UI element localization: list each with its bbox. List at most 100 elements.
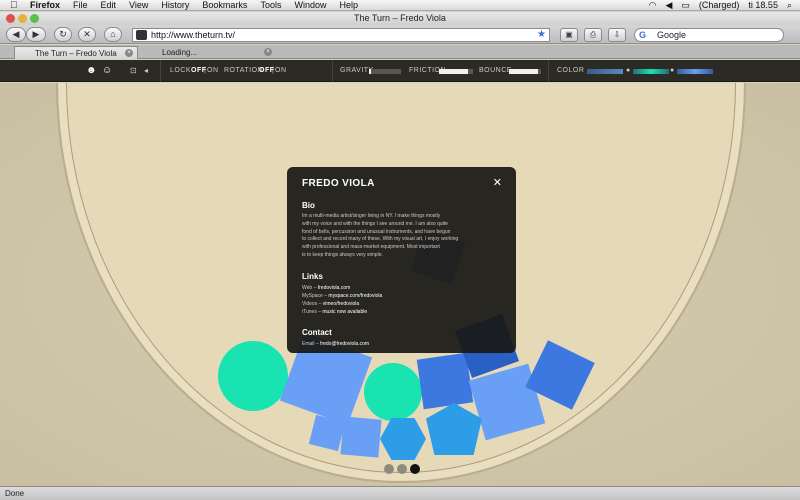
- fullscreen-icon[interactable]: ⊡: [130, 60, 137, 82]
- color-slider-2[interactable]: [633, 69, 669, 74]
- tab-label: Loading...: [162, 48, 198, 57]
- link-value[interactable]: vimeo/fredoviola: [323, 301, 359, 307]
- url-bar[interactable]: http://www.theturn.tv/ ★: [132, 28, 550, 42]
- lock-on-toggle[interactable]: ON: [207, 60, 219, 82]
- page-dot-3[interactable]: [410, 464, 420, 474]
- search-input[interactable]: Google: [657, 30, 686, 40]
- close-window-icon[interactable]: [6, 14, 15, 23]
- link-value[interactable]: myspace.com/fredoviola: [328, 293, 382, 299]
- color-panel: COLOR ● ●: [548, 60, 720, 82]
- menu-tools[interactable]: Tools: [260, 0, 281, 11]
- contact-info: Email – fredo@fredoviola.com: [302, 340, 501, 348]
- status-text: Done: [5, 489, 25, 498]
- modal-title: FREDO VIOLA: [302, 178, 375, 189]
- bio-line: is to keep things always very simple.: [302, 251, 383, 258]
- window-title-bar: The Turn – Fredo Viola: [0, 12, 800, 25]
- color-slider-1[interactable]: [587, 69, 623, 74]
- wifi-icon[interactable]: ◠: [649, 0, 657, 11]
- tab-bar: The Turn – Fredo Viola × Loading... ×: [0, 45, 800, 59]
- link-myspace[interactable]: MySpace – myspace.com/fredoviola: [302, 292, 501, 300]
- download-icon[interactable]: ⇩: [608, 28, 626, 42]
- spotlight-icon[interactable]: ⌕: [787, 0, 792, 11]
- link-videos[interactable]: Videos – vimeo/fredoviola: [302, 300, 501, 308]
- page-dot-1[interactable]: [384, 464, 394, 474]
- traffic-lights[interactable]: [6, 14, 39, 23]
- google-icon[interactable]: G: [639, 29, 646, 41]
- bio-line: fond of bells, percussion and unusual in…: [302, 228, 451, 235]
- menu-bookmarks[interactable]: Bookmarks: [202, 0, 247, 11]
- artist-info-modal: FREDO VIOLA ✕ Bio Im a multi-media artis…: [287, 167, 516, 353]
- zoom-window-icon[interactable]: [30, 14, 39, 23]
- link-value[interactable]: fredoviola.com: [318, 285, 351, 291]
- bio-line: with my voice and with the things I see …: [302, 220, 448, 227]
- back-button[interactable]: ◀: [6, 27, 26, 42]
- lock-label: LOCK: [170, 67, 192, 74]
- color-label: COLOR: [557, 67, 585, 74]
- bio-text: Im a multi-media artist/singer living in…: [302, 213, 501, 260]
- friction-slider[interactable]: [439, 69, 473, 74]
- bio-heading: Bio: [302, 201, 315, 210]
- close-tab-icon[interactable]: ×: [264, 48, 272, 56]
- minimize-window-icon[interactable]: [18, 14, 27, 23]
- reload-button[interactable]: ↻: [54, 27, 72, 42]
- close-tab-icon[interactable]: ×: [125, 49, 133, 57]
- bounce-slider[interactable]: [509, 69, 541, 74]
- link-label: Web –: [302, 284, 318, 291]
- feed-icon[interactable]: ▣: [560, 28, 578, 42]
- link-value[interactable]: music now available: [322, 309, 367, 315]
- tab-loading[interactable]: Loading... ×: [142, 46, 276, 59]
- rotation-separator: |: [272, 67, 275, 74]
- link-web[interactable]: Web – fredoviola.com: [302, 284, 501, 292]
- contact-email[interactable]: Email – fredo@fredoviola.com: [302, 340, 501, 348]
- home-button[interactable]: ⌂: [104, 27, 122, 42]
- menu-history[interactable]: History: [161, 0, 189, 11]
- contact-value[interactable]: fredo@fredoviola.com: [320, 341, 369, 347]
- mascot-icon[interactable]: ☻: [86, 60, 97, 82]
- page-dot-2[interactable]: [397, 464, 407, 474]
- search-bar[interactable]: G Google: [634, 28, 784, 42]
- color-slider-3[interactable]: [677, 69, 713, 74]
- sound-icon[interactable]: ◂: [144, 60, 149, 82]
- bio-line: to collect and record many of these. Wit…: [302, 236, 459, 243]
- tab-label: The Turn – Fredo Viola: [35, 49, 117, 58]
- bookmark-star-icon[interactable]: ★: [537, 29, 546, 41]
- menu-file[interactable]: File: [73, 0, 88, 11]
- url-text[interactable]: http://www.theturn.tv/: [151, 30, 235, 40]
- close-icon[interactable]: ✕: [493, 176, 502, 189]
- apple-icon[interactable]: : [10, 0, 18, 11]
- bounce-label: BOUNCE: [479, 67, 512, 74]
- link-itunes[interactable]: iTunes – music now available: [302, 308, 501, 316]
- stop-button[interactable]: ✕: [78, 27, 96, 42]
- rotation-on-toggle[interactable]: ON: [275, 60, 287, 82]
- menu-list: Firefox File Edit View History Bookmarks…: [30, 0, 358, 11]
- forward-button[interactable]: ▶: [26, 27, 46, 42]
- menu-window[interactable]: Window: [294, 0, 326, 11]
- blue-square-7[interactable]: [340, 416, 382, 458]
- lock-rotation-panel: LOCK OFF | ON ROTATION OFF | ON: [160, 60, 332, 82]
- color-slider-2-knob[interactable]: ●: [626, 60, 631, 82]
- menu-view[interactable]: View: [129, 0, 148, 11]
- page-dots: [384, 464, 420, 474]
- battery-icon[interactable]: ▭: [681, 0, 690, 11]
- menu-app-firefox[interactable]: Firefox: [30, 0, 60, 11]
- bounce-slider-fill: [509, 69, 538, 74]
- mask-icon[interactable]: ☺: [102, 60, 113, 82]
- menu-edit[interactable]: Edit: [101, 0, 117, 11]
- gravity-slider[interactable]: [369, 69, 401, 74]
- blue-square-2[interactable]: [416, 352, 474, 410]
- rotation-label: ROTATION: [224, 67, 264, 74]
- print-icon[interactable]: ⎙: [584, 28, 602, 42]
- physics-panel: GRAVITY FRICTION BOUNCE: [332, 60, 548, 82]
- color-slider-3-knob[interactable]: ●: [670, 60, 675, 82]
- mac-menu-bar:  Firefox File Edit View History Bookmar…: [0, 0, 800, 11]
- menu-help[interactable]: Help: [339, 0, 358, 11]
- tab-the-turn[interactable]: The Turn – Fredo Viola ×: [14, 46, 138, 59]
- clock[interactable]: ti 18.55: [748, 0, 778, 11]
- battery-status[interactable]: (Charged): [699, 0, 740, 11]
- link-label: Videos –: [302, 300, 323, 307]
- volume-icon[interactable]: ◀: [665, 0, 672, 11]
- teal-circle-large[interactable]: [218, 341, 288, 411]
- links-heading: Links: [302, 271, 323, 281]
- physics-stage[interactable]: FREDO VIOLA ✕ Bio Im a multi-media artis…: [0, 83, 800, 486]
- teal-circle-small[interactable]: [364, 363, 422, 421]
